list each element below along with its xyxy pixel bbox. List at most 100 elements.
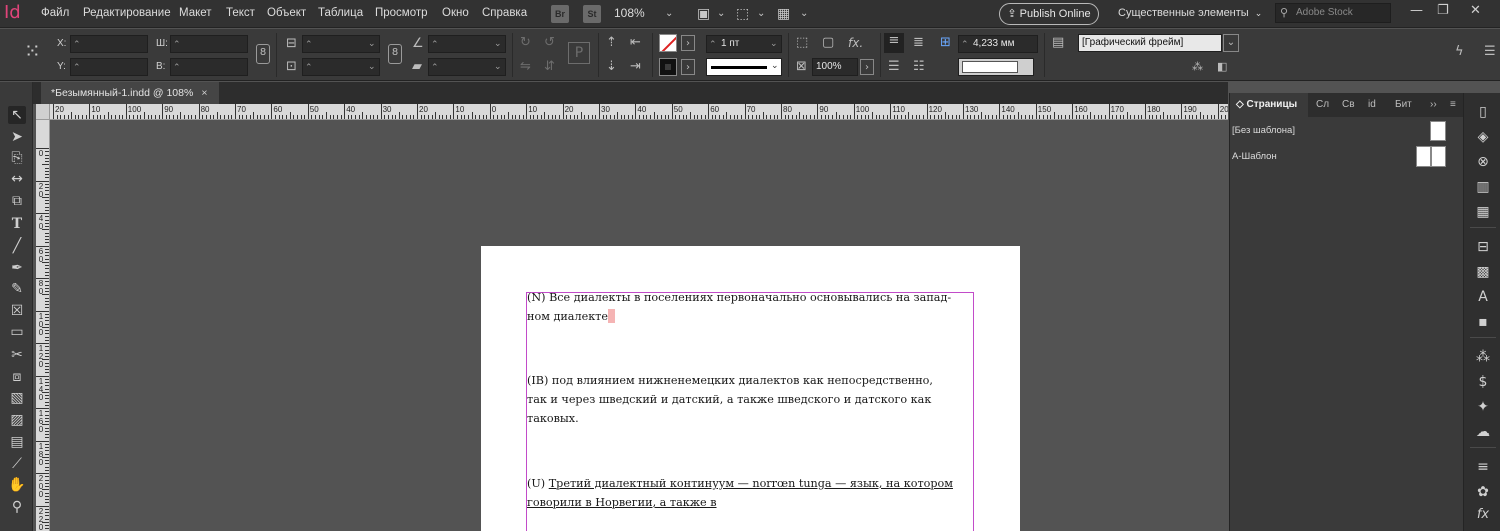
swatches-panel-icon[interactable]: ▩ (1474, 263, 1492, 281)
style-options-icon[interactable]: ◧ (1217, 59, 1227, 75)
text-line-2[interactable]: ном диалекте (527, 307, 615, 326)
screen-mode-icon[interactable]: ⬚ (736, 5, 749, 23)
select-container-icon[interactable]: ⇡ (606, 35, 617, 51)
stock-search-input[interactable]: ⚲ Adobe Stock (1275, 3, 1391, 23)
rotate-ccw-icon[interactable]: ↺ (544, 35, 555, 51)
layers-panel-icon[interactable]: ◈ (1474, 128, 1492, 146)
bridge-button[interactable]: Br (551, 5, 569, 23)
vertical-ruler[interactable]: 020406080100120140160180200220 (36, 120, 50, 531)
menu-file[interactable]: Файл (41, 7, 69, 19)
drop-shadow-icon[interactable]: ▢ (822, 35, 834, 51)
master-none-thumbnail[interactable] (1430, 121, 1446, 141)
select-next-icon[interactable]: ⇥ (630, 59, 641, 75)
shear-chevron-icon[interactable]: ⌄ (494, 61, 502, 72)
scale-y-chevron-icon[interactable]: ⌄ (368, 61, 376, 72)
x-spinner-icon[interactable]: ⌃ (73, 36, 81, 52)
gap-tool-icon[interactable]: ↔ (8, 170, 26, 188)
object-style-chevron-icon[interactable]: ⌄ (1223, 34, 1239, 52)
y-field[interactable]: ⌃ (70, 58, 148, 76)
corner-options-icon[interactable]: ⬚ (796, 35, 808, 51)
master-a[interactable]: А-Шаблон (1232, 151, 1277, 162)
height-field[interactable]: ⌃ (170, 58, 248, 76)
screen-chevron-icon[interactable]: ⌄ (757, 5, 765, 23)
flip-vertical-icon[interactable]: ⇵ (544, 59, 555, 75)
line-tool-icon[interactable]: ╱ (8, 237, 26, 255)
text-line-4[interactable]: так и через шведский и датский, а также … (527, 390, 931, 409)
content-collector-icon[interactable]: ⧉ (8, 192, 26, 210)
tab-pages[interactable]: ◇ Страницы (1236, 99, 1297, 110)
menu-help[interactable]: Справка (482, 7, 527, 19)
document-tab[interactable]: *Безымянный-1.indd @ 108% × (41, 82, 220, 104)
rotate-spinner-icon[interactable]: ⌃ (431, 36, 439, 52)
menu-layout[interactable]: Макет (179, 7, 212, 19)
stock-button[interactable]: St (583, 5, 601, 23)
y-spinner-icon[interactable]: ⌃ (73, 59, 81, 75)
stroke-panel-icon[interactable]: ⊟ (1474, 238, 1492, 256)
character-panel-icon[interactable]: A (1474, 288, 1492, 306)
creative-cloud-icon[interactable]: ☁ (1474, 423, 1492, 441)
horizontal-ruler[interactable]: 20 10 100 90 80 70 60 50 40 30 20 10 0 10 20 30 40 50 60 70… (36, 104, 1228, 120)
tab-layers[interactable]: Сл (1316, 99, 1329, 110)
text-line-5[interactable]: таковых. (527, 409, 579, 428)
eyedropper-tool-icon[interactable]: ⟋ (8, 455, 26, 473)
menu-edit[interactable]: Редактирование (83, 7, 171, 19)
zoom-level[interactable]: 108% (614, 6, 645, 20)
rotate-cw-icon[interactable]: ↻ (520, 35, 531, 51)
arrange-docs-icon[interactable]: ▦ (777, 5, 790, 23)
object-styles-icon[interactable]: $ (1474, 373, 1492, 391)
note-tool-icon[interactable]: ▤ (8, 433, 26, 451)
view-chevron-icon[interactable]: ⌄ (717, 5, 725, 23)
tab-links[interactable]: Св (1342, 99, 1355, 110)
type-tool-icon[interactable]: T (8, 215, 26, 233)
fill-chevron-icon[interactable]: › (681, 35, 695, 51)
frame-fitting-icon[interactable]: ☷ (913, 59, 925, 75)
menu-table[interactable]: Таблица (318, 7, 363, 19)
shear-spinner-icon[interactable]: ⌃ (431, 59, 439, 75)
align-right-edge-icon[interactable]: ≣ (913, 35, 924, 51)
tab-bitmap[interactable]: Бит (1395, 99, 1412, 110)
pencil-tool-icon[interactable]: ✎ (8, 280, 26, 298)
page-tool-icon[interactable]: ⎘ (8, 149, 26, 167)
menu-view[interactable]: Просмотр (375, 7, 428, 19)
fill-swatch-none-icon[interactable] (659, 34, 677, 52)
text-line-7[interactable]: говорили в Норвегии, а также в (527, 493, 717, 512)
rectangle-frame-tool-icon[interactable]: ☒ (8, 302, 26, 320)
select-content-icon[interactable]: ⇣ (606, 59, 617, 75)
menu-object[interactable]: Объект (267, 7, 306, 19)
gradient-panel-icon[interactable]: ✦ (1474, 398, 1492, 416)
panel-menu-icon[interactable]: ☰ (1484, 44, 1496, 60)
select-previous-icon[interactable]: ⇤ (630, 35, 641, 51)
arrange-chevron-icon[interactable]: ⌄ (800, 5, 808, 23)
minimize-icon[interactable]: — (1410, 3, 1423, 18)
scale-y-spinner-icon[interactable]: ⌃ (305, 59, 313, 75)
pages-panel-icon[interactable]: ▯ (1474, 103, 1492, 121)
gradient-swatch-tool-icon[interactable]: ▧ (8, 389, 26, 407)
auto-fit-icon[interactable]: ⊞ (940, 35, 951, 51)
width-spinner-icon[interactable]: ⌃ (173, 36, 181, 52)
master-a-right-thumbnail[interactable] (1431, 146, 1446, 167)
restore-icon[interactable]: ❐ (1437, 3, 1449, 18)
text-wrap-icon[interactable]: ☰ (888, 59, 900, 75)
view-options-icon[interactable]: ▣ (697, 5, 710, 23)
free-transform-tool-icon[interactable]: ⧈ (8, 368, 26, 386)
gradient-feather-tool-icon[interactable]: ▨ (8, 411, 26, 429)
fx-effects-icon[interactable]: fx. (848, 35, 863, 51)
zoom-tool-icon[interactable]: ⚲ (8, 498, 26, 516)
x-field[interactable]: ⌃ (70, 35, 148, 53)
constrain-proportions-icon[interactable]: 8 (256, 44, 270, 64)
master-a-left-thumbnail[interactable] (1416, 146, 1431, 167)
text-line-6[interactable]: (U) Третий диалектный континуум — norrœn… (527, 474, 953, 493)
opacity-field[interactable]: 100% (812, 58, 858, 76)
libraries-panel-icon[interactable]: ▥ (1474, 178, 1492, 196)
opacity-chevron-icon[interactable]: › (860, 59, 874, 75)
color-panel-icon[interactable]: ✿ (1474, 483, 1492, 501)
text-line-1[interactable]: (N) Все диалекты в поселениях первоначал… (527, 288, 951, 307)
clear-overrides-icon[interactable]: ⁂ (1192, 59, 1203, 75)
close-window-icon[interactable]: ✕ (1470, 3, 1481, 18)
cc-libraries-icon[interactable]: ▦ (1474, 203, 1492, 221)
stroke-weight-chevron-icon[interactable]: ⌄ (770, 38, 778, 49)
fx-panel-icon[interactable]: fx (1474, 506, 1492, 524)
master-none[interactable]: [Без шаблона] (1232, 125, 1295, 136)
stroke-swatch-icon[interactable] (659, 58, 677, 76)
menu-window[interactable]: Окно (442, 7, 469, 19)
